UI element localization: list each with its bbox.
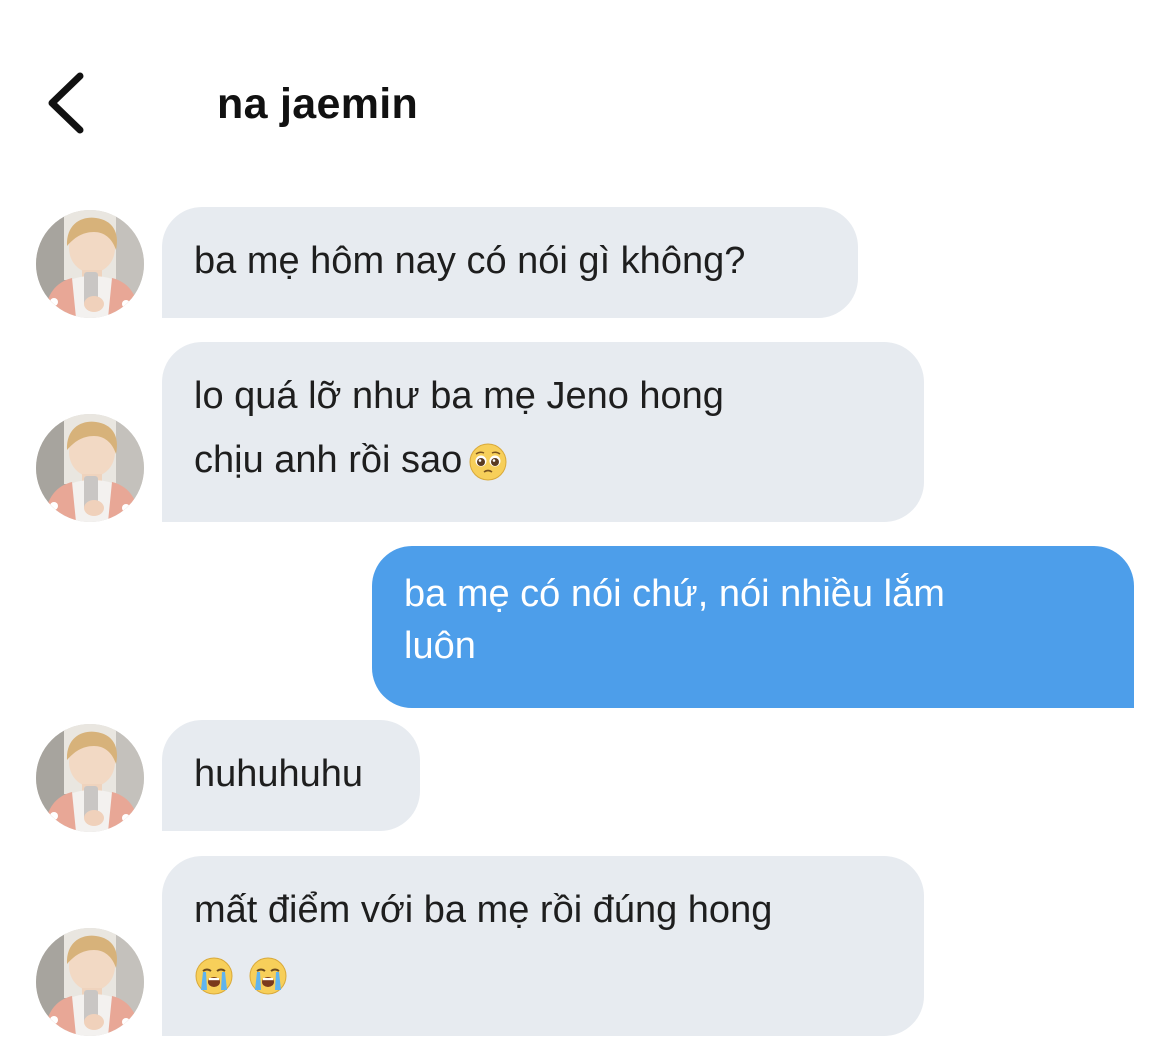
message-bubble-incoming[interactable]: ba mẹ hôm nay có nói gì không? xyxy=(162,207,858,318)
avatar-image xyxy=(36,414,144,522)
message-text-row: chịu anh rồi sao xyxy=(194,428,892,492)
back-button[interactable] xyxy=(38,68,98,138)
avatar[interactable] xyxy=(36,210,144,318)
message-bubble-incoming[interactable]: lo quá lỡ như ba mẹ Jeno hong chịu anh r… xyxy=(162,342,924,522)
message-text: chịu anh rồi sao xyxy=(194,439,463,481)
loudly-crying-face-emoji xyxy=(194,956,234,996)
chat-header: na jaemin xyxy=(0,0,1168,170)
avatar[interactable] xyxy=(36,414,144,522)
message-text: ba mẹ hôm nay có nói gì không? xyxy=(194,240,746,282)
page-title: na jaemin xyxy=(217,80,419,128)
message-text: luôn xyxy=(404,625,476,667)
avatar-image xyxy=(36,928,144,1036)
avatar[interactable] xyxy=(36,928,144,1036)
message-text: huhuhuhu xyxy=(194,753,364,795)
pleading-face-emoji xyxy=(468,442,508,482)
avatar-image xyxy=(36,724,144,832)
emoji-row xyxy=(194,942,892,1006)
message-text: ba mẹ có nói chứ, nói nhiều lắm xyxy=(404,573,945,615)
message-text: mất điểm với ba mẹ rồi đúng hong xyxy=(194,889,773,931)
loudly-crying-face-emoji xyxy=(248,956,288,996)
message-bubble-incoming[interactable]: mất điểm với ba mẹ rồi đúng hong xyxy=(162,856,924,1036)
message-bubble-incoming[interactable]: huhuhuhu xyxy=(162,720,420,831)
avatar-image xyxy=(36,210,144,318)
message-text: lo quá lỡ như ba mẹ Jeno hong xyxy=(194,375,724,417)
message-bubble-outgoing[interactable]: ba mẹ có nói chứ, nói nhiều lắm luôn xyxy=(372,546,1134,708)
chevron-left-icon xyxy=(48,72,84,134)
avatar[interactable] xyxy=(36,724,144,832)
